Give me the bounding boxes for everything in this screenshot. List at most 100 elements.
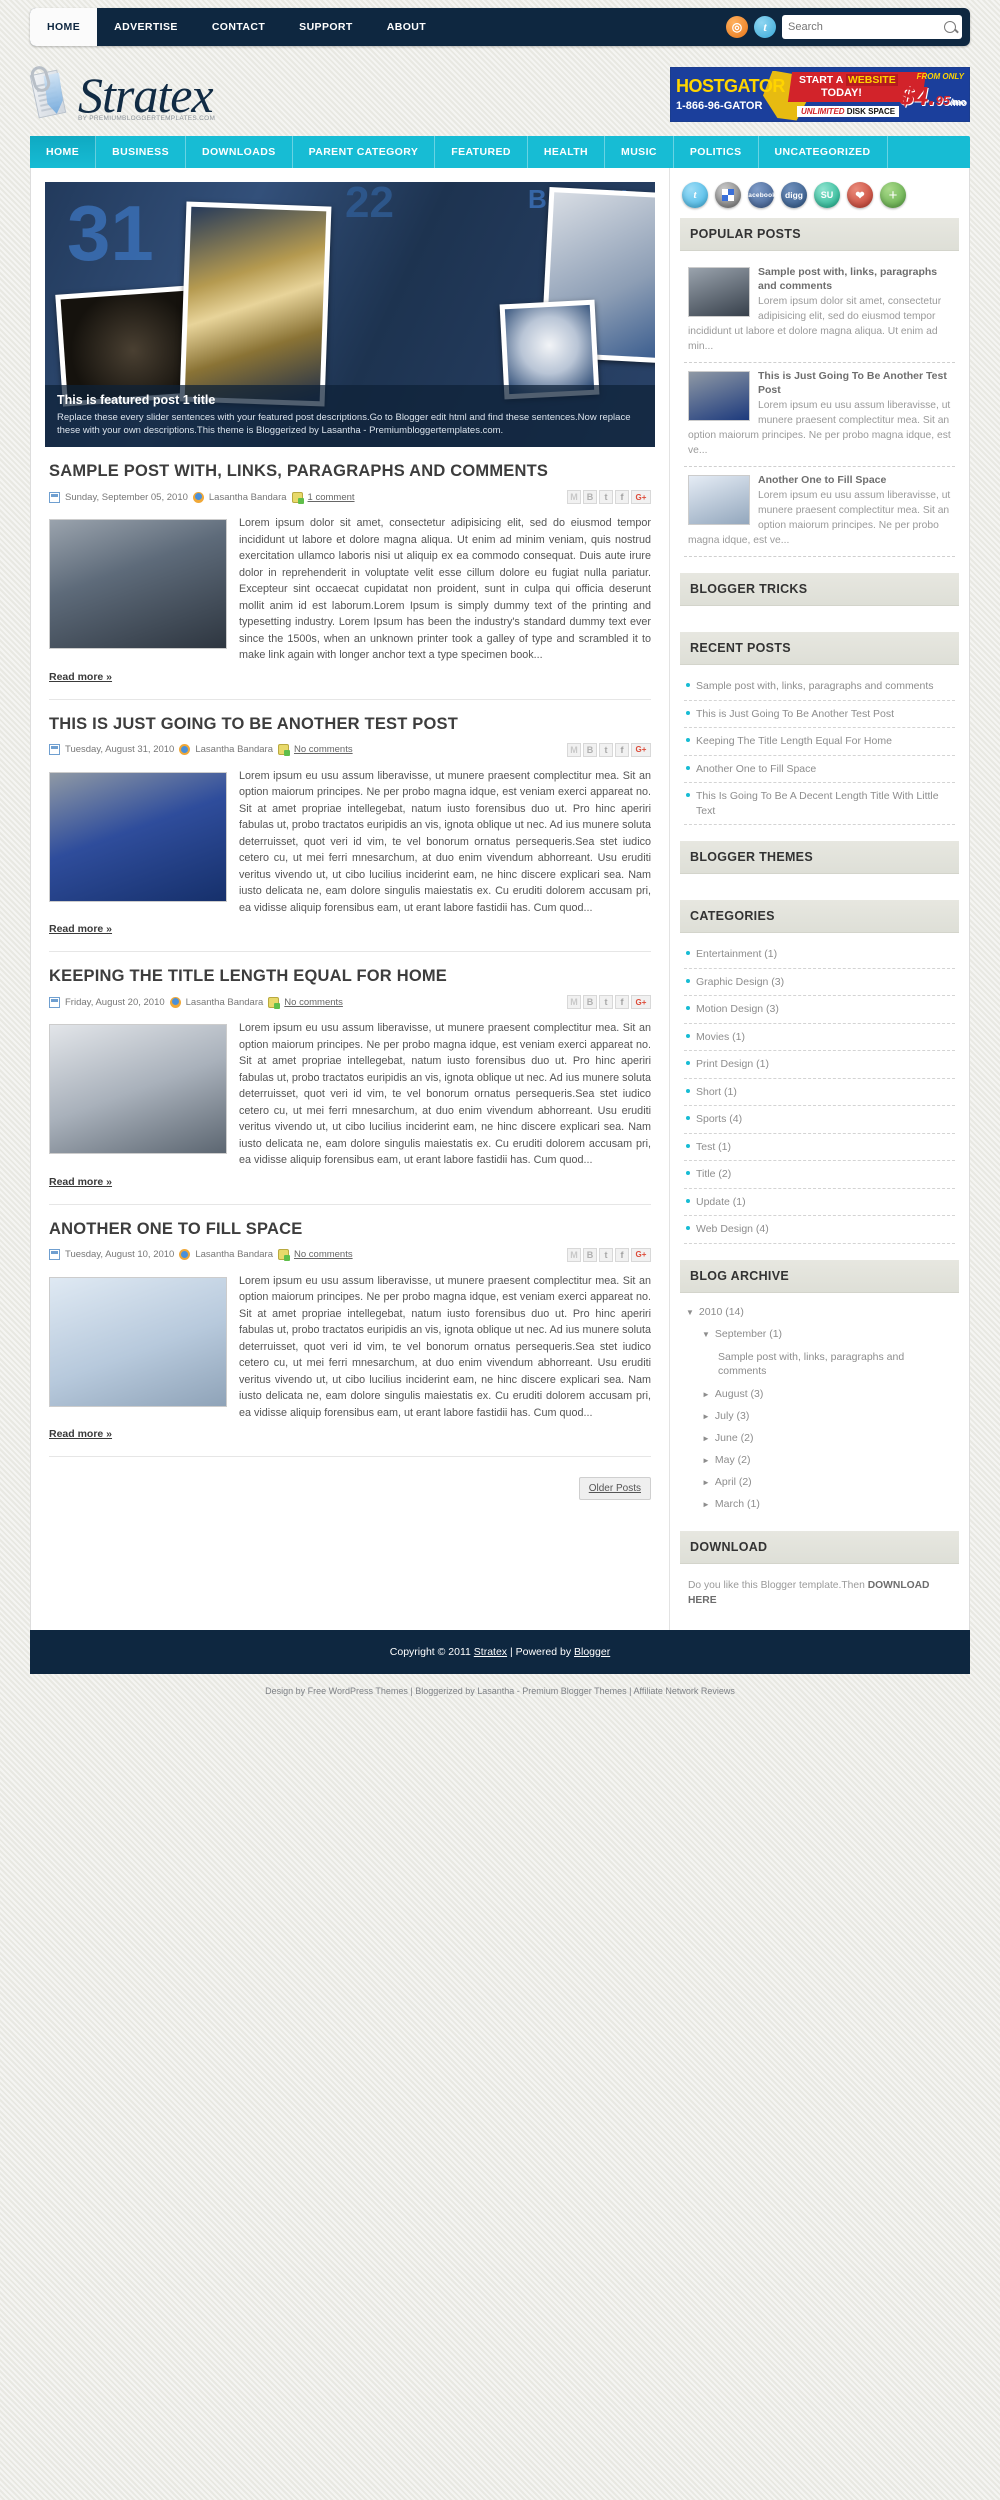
main-nav-item-uncategorized[interactable]: UNCATEGORIZED [759, 136, 888, 168]
archive-toggle-icon[interactable]: ► [702, 1390, 710, 1399]
blogger-share-button[interactable]: B [583, 490, 597, 504]
archive-toggle-icon[interactable]: ► [702, 1456, 710, 1465]
archive-item-label[interactable]: August (3) [715, 1388, 763, 1400]
hostgator-ad-banner[interactable]: HOSTGATOR 1-866-96-GATOR START A WEBSITE… [670, 66, 970, 122]
post-thumbnail[interactable] [49, 1024, 227, 1154]
facebook-share-button[interactable]: f [615, 490, 629, 504]
search-input[interactable] [788, 21, 944, 33]
archive-item-level-2[interactable]: ► August (3) [684, 1383, 955, 1405]
blogger-share-button[interactable]: B [583, 742, 597, 757]
archive-item-label[interactable]: 2010 (14) [699, 1306, 744, 1318]
archive-toggle-icon[interactable]: ► [702, 1478, 710, 1487]
top-nav-item-home[interactable]: HOME [30, 8, 98, 46]
main-nav-item-health[interactable]: HEALTH [528, 136, 606, 168]
post-title[interactable]: ANOTHER ONE TO FILL SPACE [49, 1219, 651, 1240]
googleplus-share-button[interactable]: G+ [631, 995, 651, 1009]
main-nav-item-business[interactable]: BUSINESS [96, 136, 186, 168]
googleplus-share-button[interactable]: G+ [631, 490, 651, 504]
post-thumbnail[interactable] [49, 771, 227, 902]
popular-post-thumbnail[interactable] [688, 371, 750, 421]
twitter-share-button[interactable]: t [599, 490, 613, 504]
rss-icon[interactable]: ◎ [726, 16, 748, 38]
post-title[interactable]: SAMPLE POST WITH, LINKS, PARAGRAPHS AND … [49, 461, 651, 482]
older-posts-button[interactable]: Older Posts [578, 1477, 651, 1500]
footer-platform-link[interactable]: Blogger [574, 1646, 610, 1658]
facebook-share-button[interactable]: f [615, 1247, 629, 1262]
category-item[interactable]: Update (1) [684, 1189, 955, 1216]
archive-toggle-icon[interactable]: ► [702, 1412, 710, 1421]
twitter-share-button[interactable]: t [599, 742, 613, 757]
gmail-share-button[interactable]: M [567, 995, 581, 1009]
facebook-share-button[interactable]: f [615, 742, 629, 757]
site-logo[interactable]: Stratex BY PREMIUMBLOGGERTEMPLATES.COM [28, 64, 215, 122]
main-nav-item-parent-category[interactable]: PARENT CATEGORY [293, 136, 436, 168]
twitter-share-button[interactable]: t [599, 1247, 613, 1262]
facebook-icon[interactable]: facebook [746, 182, 776, 208]
main-nav-item-downloads[interactable]: DOWNLOADS [186, 136, 293, 168]
read-more-link[interactable]: Read more » [49, 1176, 112, 1188]
category-item[interactable]: Web Design (4) [684, 1216, 955, 1244]
top-nav-item-support[interactable]: SUPPORT [282, 8, 370, 46]
read-more-link[interactable]: Read more » [49, 1428, 112, 1440]
archive-item-label[interactable]: Sample post with, links, paragraphs and … [718, 1351, 904, 1377]
archive-item-level-3[interactable]: Sample post with, links, paragraphs and … [684, 1345, 955, 1383]
category-item[interactable]: Title (2) [684, 1161, 955, 1189]
read-more-link[interactable]: Read more » [49, 923, 112, 935]
twitter-icon[interactable]: t [682, 182, 708, 208]
gmail-share-button[interactable]: M [567, 490, 581, 504]
delicious-icon[interactable] [715, 182, 741, 208]
footer-site-link[interactable]: Stratex [474, 1646, 507, 1658]
post-comments-link[interactable]: No comments [284, 997, 343, 1008]
popular-post-item[interactable]: This is Just Going To Be Another Test Po… [684, 363, 955, 467]
search-icon[interactable] [944, 21, 956, 33]
archive-item-level-2[interactable]: ► July (3) [684, 1405, 955, 1427]
top-nav-item-advertise[interactable]: ADVERTISE [97, 8, 195, 46]
archive-item-level-2[interactable]: ► June (2) [684, 1427, 955, 1449]
archive-item-level-1[interactable]: ▼ 2010 (14) [684, 1301, 955, 1323]
archive-item-label[interactable]: July (3) [715, 1410, 749, 1422]
search-box[interactable] [782, 15, 962, 39]
share-plus-icon[interactable]: + [880, 182, 906, 208]
twitter-share-button[interactable]: t [599, 995, 613, 1009]
archive-item-label[interactable]: June (2) [715, 1432, 754, 1444]
post-title[interactable]: THIS IS JUST GOING TO BE ANOTHER TEST PO… [49, 714, 651, 735]
facebook-share-button[interactable]: f [615, 995, 629, 1009]
main-nav-item-music[interactable]: MUSIC [605, 136, 674, 168]
archive-item-level-2[interactable]: ► April (2) [684, 1471, 955, 1493]
main-nav-item-featured[interactable]: FEATURED [435, 136, 528, 168]
category-item[interactable]: Entertainment (1) [684, 941, 955, 969]
googleplus-share-button[interactable]: G+ [631, 1247, 651, 1262]
archive-item-label[interactable]: March (1) [715, 1498, 760, 1510]
archive-item-label[interactable]: September (1) [715, 1328, 782, 1340]
popular-post-item[interactable]: Another One to Fill Space Lorem ipsum eu … [684, 467, 955, 557]
category-item[interactable]: Sports (4) [684, 1106, 955, 1134]
main-nav-item-politics[interactable]: POLITICS [674, 136, 759, 168]
recent-post-item[interactable]: Another One to Fill Space [684, 756, 955, 783]
archive-toggle-icon[interactable]: ► [702, 1434, 710, 1443]
category-item[interactable]: Print Design (1) [684, 1051, 955, 1079]
featured-slider[interactable]: 31 22 BOSSY 22 This is featured post 1 t… [45, 182, 655, 447]
category-item[interactable]: Graphic Design (3) [684, 969, 955, 996]
post-title[interactable]: KEEPING THE TITLE LENGTH EQUAL FOR HOME [49, 966, 651, 987]
post-comments-link[interactable]: No comments [294, 744, 353, 755]
archive-item-level-2[interactable]: ▼ September (1) [684, 1323, 955, 1345]
category-item[interactable]: Test (1) [684, 1134, 955, 1161]
gmail-share-button[interactable]: M [567, 1247, 581, 1262]
gmail-share-button[interactable]: M [567, 742, 581, 757]
digg-icon[interactable]: digg [781, 182, 807, 208]
love-icon[interactable]: ❤ [847, 182, 873, 208]
post-comments-link[interactable]: No comments [294, 1249, 353, 1260]
archive-item-level-2[interactable]: ► March (1) [684, 1493, 955, 1515]
post-thumbnail[interactable] [49, 1276, 227, 1407]
recent-post-item[interactable]: Sample post with, links, paragraphs and … [684, 673, 955, 701]
category-item[interactable]: Movies (1) [684, 1024, 955, 1051]
googleplus-share-button[interactable]: G+ [631, 742, 651, 757]
archive-toggle-icon[interactable]: ► [702, 1500, 710, 1509]
archive-toggle-icon[interactable]: ▼ [686, 1308, 694, 1317]
popular-post-thumbnail[interactable] [688, 475, 750, 525]
twitter-icon[interactable]: t [754, 16, 776, 38]
archive-item-label[interactable]: April (2) [715, 1476, 752, 1488]
recent-post-item[interactable]: This is Just Going To Be Another Test Po… [684, 701, 955, 728]
archive-item-label[interactable]: May (2) [715, 1454, 751, 1466]
main-nav-item-home[interactable]: HOME [30, 136, 97, 168]
